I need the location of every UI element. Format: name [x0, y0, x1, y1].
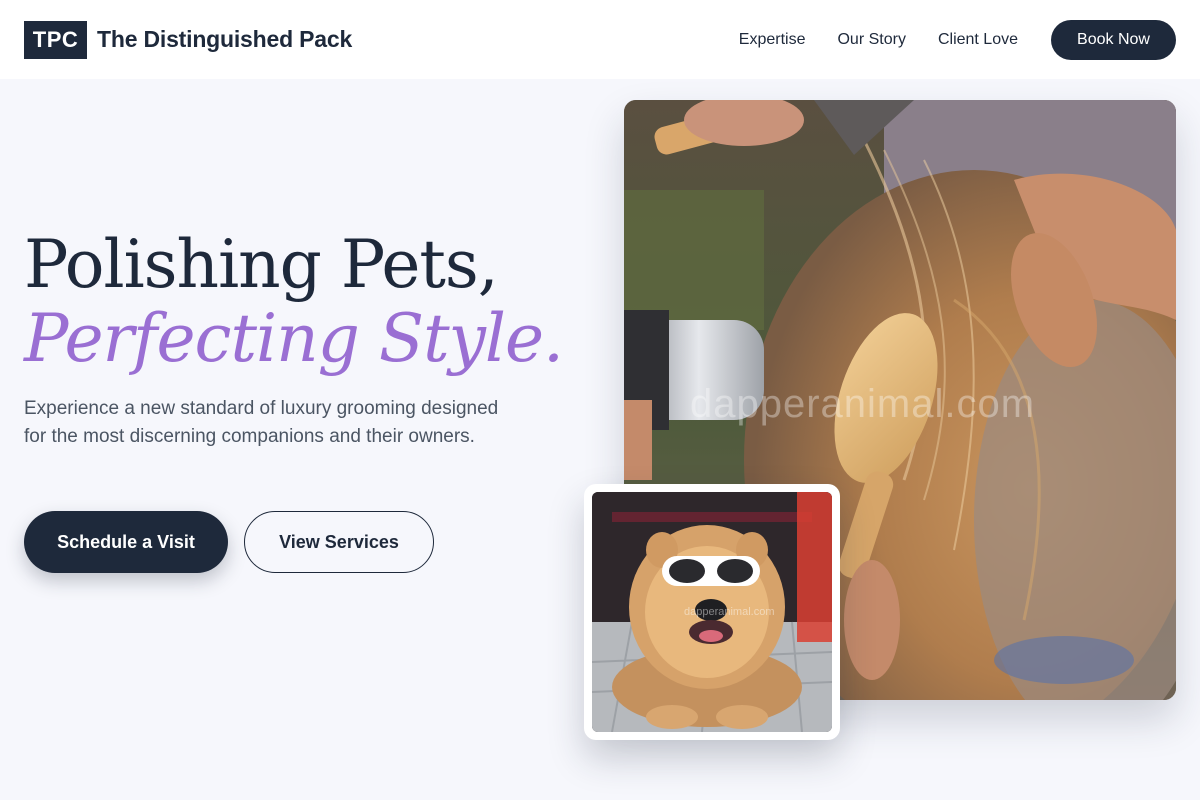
main-photo-watermark: dapperanimal.com	[690, 382, 1036, 426]
hero-title: Polishing Pets, Perfecting Style.	[24, 226, 564, 377]
book-now-button[interactable]: Book Now	[1051, 19, 1176, 60]
schedule-visit-button[interactable]: Schedule a Visit	[24, 511, 228, 573]
brand[interactable]: TPC The Distinguished Pack	[24, 20, 352, 59]
hero-subtitle: Experience a new standard of luxury groo…	[24, 398, 499, 447]
nav-link-expertise[interactable]: Expertise	[739, 31, 806, 49]
nav-link-our-story[interactable]: Our Story	[837, 31, 905, 49]
nav-link-client-love[interactable]: Client Love	[938, 31, 1018, 49]
dog-photo: dapperanimal.com	[592, 492, 832, 732]
main-nav: Expertise Our Story Client Love Book Now	[739, 19, 1176, 60]
hero-title-line2: Perfecting Style.	[24, 300, 564, 377]
dog-photo-card: dapperanimal.com	[584, 484, 840, 740]
logo[interactable]: TPC	[24, 20, 87, 59]
view-services-button[interactable]: View Services	[244, 511, 434, 573]
hero-title-line1: Polishing Pets,	[24, 226, 499, 303]
dog-photo-watermark: dapperanimal.com	[684, 606, 775, 618]
brand-name[interactable]: The Distinguished Pack	[97, 26, 352, 53]
site-header: TPC The Distinguished Pack Expertise Our…	[0, 0, 1200, 79]
